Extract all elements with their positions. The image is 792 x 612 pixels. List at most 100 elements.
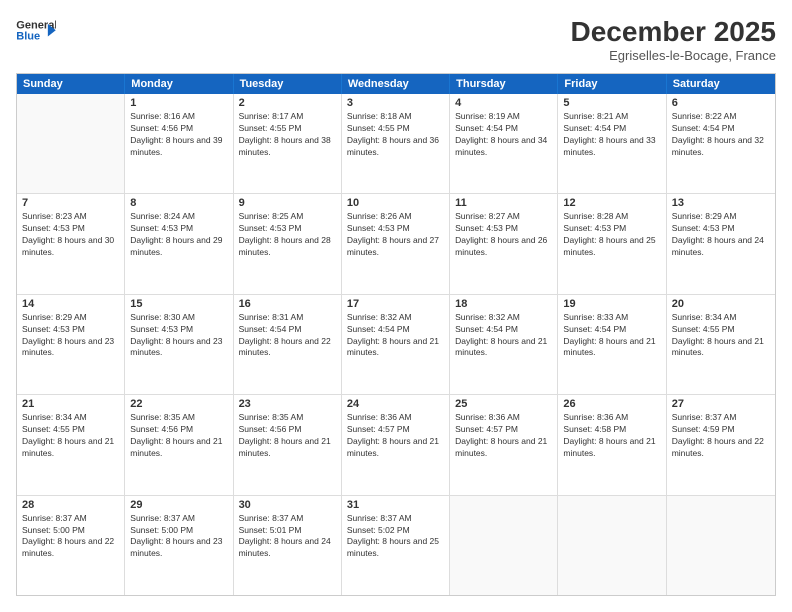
svg-text:Blue: Blue — [16, 31, 40, 43]
calendar-row: 14 Sunrise: 8:29 AMSunset: 4:53 PMDayligh… — [17, 295, 775, 395]
calendar-cell: 22Sunrise: 8:35 AMSunset: 4:56 PMDayligh… — [125, 395, 233, 494]
day-number: 19 — [563, 298, 660, 310]
day-info: Sunrise: 8:37 AMSunset: 4:59 PMDaylight:… — [672, 412, 770, 460]
day-info: Sunrise: 8:29 AMSunset: 4:53 PMDaylight:… — [22, 312, 119, 360]
calendar-cell: 15 Sunrise: 8:30 AMSunset: 4:53 PMDayligh… — [125, 295, 233, 394]
calendar-cell: 23 Sunrise: 8:35 AMSunset: 4:56 PMDayligh… — [234, 395, 342, 494]
weekday-header: Monday — [125, 74, 233, 94]
calendar-cell: 7Sunrise: 8:23 AMSunset: 4:53 PMDaylight… — [17, 194, 125, 293]
day-info: Sunrise: 8:25 AMSunset: 4:53 PMDaylight:… — [239, 211, 336, 259]
day-number: 18 — [455, 298, 552, 310]
weekday-header: Thursday — [450, 74, 558, 94]
title-block: December 2025 Egriselles-le-Bocage, Fran… — [571, 16, 776, 63]
calendar-row: 7Sunrise: 8:23 AMSunset: 4:53 PMDaylight… — [17, 194, 775, 294]
header: General Blue December 2025 Egriselles-le… — [16, 16, 776, 63]
calendar-cell: 31Sunrise: 8:37 AMSunset: 5:02 PMDayligh… — [342, 496, 450, 595]
calendar-cell: 14 Sunrise: 8:29 AMSunset: 4:53 PMDayligh… — [17, 295, 125, 394]
day-info: Sunrise: 8:26 AMSunset: 4:53 PMDaylight:… — [347, 211, 444, 259]
day-info: Sunrise: 8:36 AMSunset: 4:57 PMDaylight:… — [347, 412, 444, 460]
day-info: Sunrise: 8:32 AMSunset: 4:54 PMDaylight:… — [347, 312, 444, 360]
calendar-cell: 1 Sunrise: 8:16 AMSunset: 4:56 PMDaylight… — [125, 94, 233, 193]
calendar-page: General Blue December 2025 Egriselles-le… — [0, 0, 792, 612]
day-number: 15 — [130, 298, 227, 310]
day-number: 6 — [672, 97, 770, 109]
day-number: 7 — [22, 197, 119, 209]
calendar-cell: 6 Sunrise: 8:22 AMSunset: 4:54 PMDaylight… — [667, 94, 775, 193]
calendar-cell: 13Sunrise: 8:29 AMSunset: 4:53 PMDayligh… — [667, 194, 775, 293]
day-info: Sunrise: 8:19 AMSunset: 4:54 PMDaylight:… — [455, 111, 552, 159]
day-number: 26 — [563, 398, 660, 410]
day-info: Sunrise: 8:16 AMSunset: 4:56 PMDaylight:… — [130, 111, 227, 159]
day-info: Sunrise: 8:33 AMSunset: 4:54 PMDaylight:… — [563, 312, 660, 360]
day-number: 5 — [563, 97, 660, 109]
day-number: 2 — [239, 97, 336, 109]
day-info: Sunrise: 8:27 AMSunset: 4:53 PMDaylight:… — [455, 211, 552, 259]
day-number: 31 — [347, 499, 444, 511]
day-info: Sunrise: 8:32 AMSunset: 4:54 PMDaylight:… — [455, 312, 552, 360]
day-info: Sunrise: 8:17 AMSunset: 4:55 PMDaylight:… — [239, 111, 336, 159]
day-info: Sunrise: 8:34 AMSunset: 4:55 PMDaylight:… — [672, 312, 770, 360]
calendar-body: 1 Sunrise: 8:16 AMSunset: 4:56 PMDaylight… — [17, 94, 775, 595]
calendar-cell: 28 Sunrise: 8:37 AMSunset: 5:00 PMDayligh… — [17, 496, 125, 595]
day-number: 3 — [347, 97, 444, 109]
day-info: Sunrise: 8:35 AMSunset: 4:56 PMDaylight:… — [239, 412, 336, 460]
day-info: Sunrise: 8:28 AMSunset: 4:53 PMDaylight:… — [563, 211, 660, 259]
day-info: Sunrise: 8:34 AMSunset: 4:55 PMDaylight:… — [22, 412, 119, 460]
weekday-header: Saturday — [667, 74, 775, 94]
day-number: 8 — [130, 197, 227, 209]
calendar-row: 21 Sunrise: 8:34 AMSunset: 4:55 PMDayligh… — [17, 395, 775, 495]
day-info: Sunrise: 8:22 AMSunset: 4:54 PMDaylight:… — [672, 111, 770, 159]
day-number: 17 — [347, 298, 444, 310]
day-number: 9 — [239, 197, 336, 209]
weekday-header: Wednesday — [342, 74, 450, 94]
day-info: Sunrise: 8:37 AMSunset: 5:01 PMDaylight:… — [239, 513, 336, 561]
calendar-cell: 10 Sunrise: 8:26 AMSunset: 4:53 PMDayligh… — [342, 194, 450, 293]
day-number: 4 — [455, 97, 552, 109]
day-info: Sunrise: 8:36 AMSunset: 4:58 PMDaylight:… — [563, 412, 660, 460]
calendar-cell — [17, 94, 125, 193]
day-info: Sunrise: 8:21 AMSunset: 4:54 PMDaylight:… — [563, 111, 660, 159]
weekday-header: Tuesday — [234, 74, 342, 94]
logo: General Blue — [16, 16, 56, 46]
day-number: 10 — [347, 197, 444, 209]
calendar-cell — [450, 496, 558, 595]
day-number: 12 — [563, 197, 660, 209]
calendar-cell: 25 Sunrise: 8:36 AMSunset: 4:57 PMDayligh… — [450, 395, 558, 494]
day-info: Sunrise: 8:30 AMSunset: 4:53 PMDaylight:… — [130, 312, 227, 360]
day-number: 14 — [22, 298, 119, 310]
calendar-cell: 17 Sunrise: 8:32 AMSunset: 4:54 PMDayligh… — [342, 295, 450, 394]
day-number: 28 — [22, 499, 119, 511]
weekday-header: Sunday — [17, 74, 125, 94]
day-number: 11 — [455, 197, 552, 209]
calendar-cell: 18 Sunrise: 8:32 AMSunset: 4:54 PMDayligh… — [450, 295, 558, 394]
calendar: SundayMondayTuesdayWednesdayThursdayFrid… — [16, 73, 776, 596]
calendar-cell: 26 Sunrise: 8:36 AMSunset: 4:58 PMDayligh… — [558, 395, 666, 494]
day-info: Sunrise: 8:24 AMSunset: 4:53 PMDaylight:… — [130, 211, 227, 259]
calendar-cell: 3 Sunrise: 8:18 AMSunset: 4:55 PMDaylight… — [342, 94, 450, 193]
day-info: Sunrise: 8:31 AMSunset: 4:54 PMDaylight:… — [239, 312, 336, 360]
day-info: Sunrise: 8:36 AMSunset: 4:57 PMDaylight:… — [455, 412, 552, 460]
day-number: 24 — [347, 398, 444, 410]
calendar-cell: 9 Sunrise: 8:25 AMSunset: 4:53 PMDaylight… — [234, 194, 342, 293]
day-number: 23 — [239, 398, 336, 410]
day-info: Sunrise: 8:37 AMSunset: 5:00 PMDaylight:… — [22, 513, 119, 561]
calendar-cell: 29Sunrise: 8:37 AMSunset: 5:00 PMDayligh… — [125, 496, 233, 595]
calendar-cell: 12 Sunrise: 8:28 AMSunset: 4:53 PMDayligh… — [558, 194, 666, 293]
calendar-cell: 4 Sunrise: 8:19 AMSunset: 4:54 PMDaylight… — [450, 94, 558, 193]
calendar-cell: 21 Sunrise: 8:34 AMSunset: 4:55 PMDayligh… — [17, 395, 125, 494]
day-number: 21 — [22, 398, 119, 410]
calendar-cell: 27Sunrise: 8:37 AMSunset: 4:59 PMDayligh… — [667, 395, 775, 494]
day-info: Sunrise: 8:18 AMSunset: 4:55 PMDaylight:… — [347, 111, 444, 159]
day-number: 1 — [130, 97, 227, 109]
calendar-header: SundayMondayTuesdayWednesdayThursdayFrid… — [17, 74, 775, 94]
day-number: 16 — [239, 298, 336, 310]
location: Egriselles-le-Bocage, France — [571, 48, 776, 63]
day-number: 29 — [130, 499, 227, 511]
calendar-cell: 30Sunrise: 8:37 AMSunset: 5:01 PMDayligh… — [234, 496, 342, 595]
calendar-cell: 5 Sunrise: 8:21 AMSunset: 4:54 PMDaylight… — [558, 94, 666, 193]
day-number: 22 — [130, 398, 227, 410]
calendar-cell: 8 Sunrise: 8:24 AMSunset: 4:53 PMDaylight… — [125, 194, 233, 293]
day-number: 25 — [455, 398, 552, 410]
calendar-row: 1 Sunrise: 8:16 AMSunset: 4:56 PMDaylight… — [17, 94, 775, 194]
calendar-cell — [667, 496, 775, 595]
